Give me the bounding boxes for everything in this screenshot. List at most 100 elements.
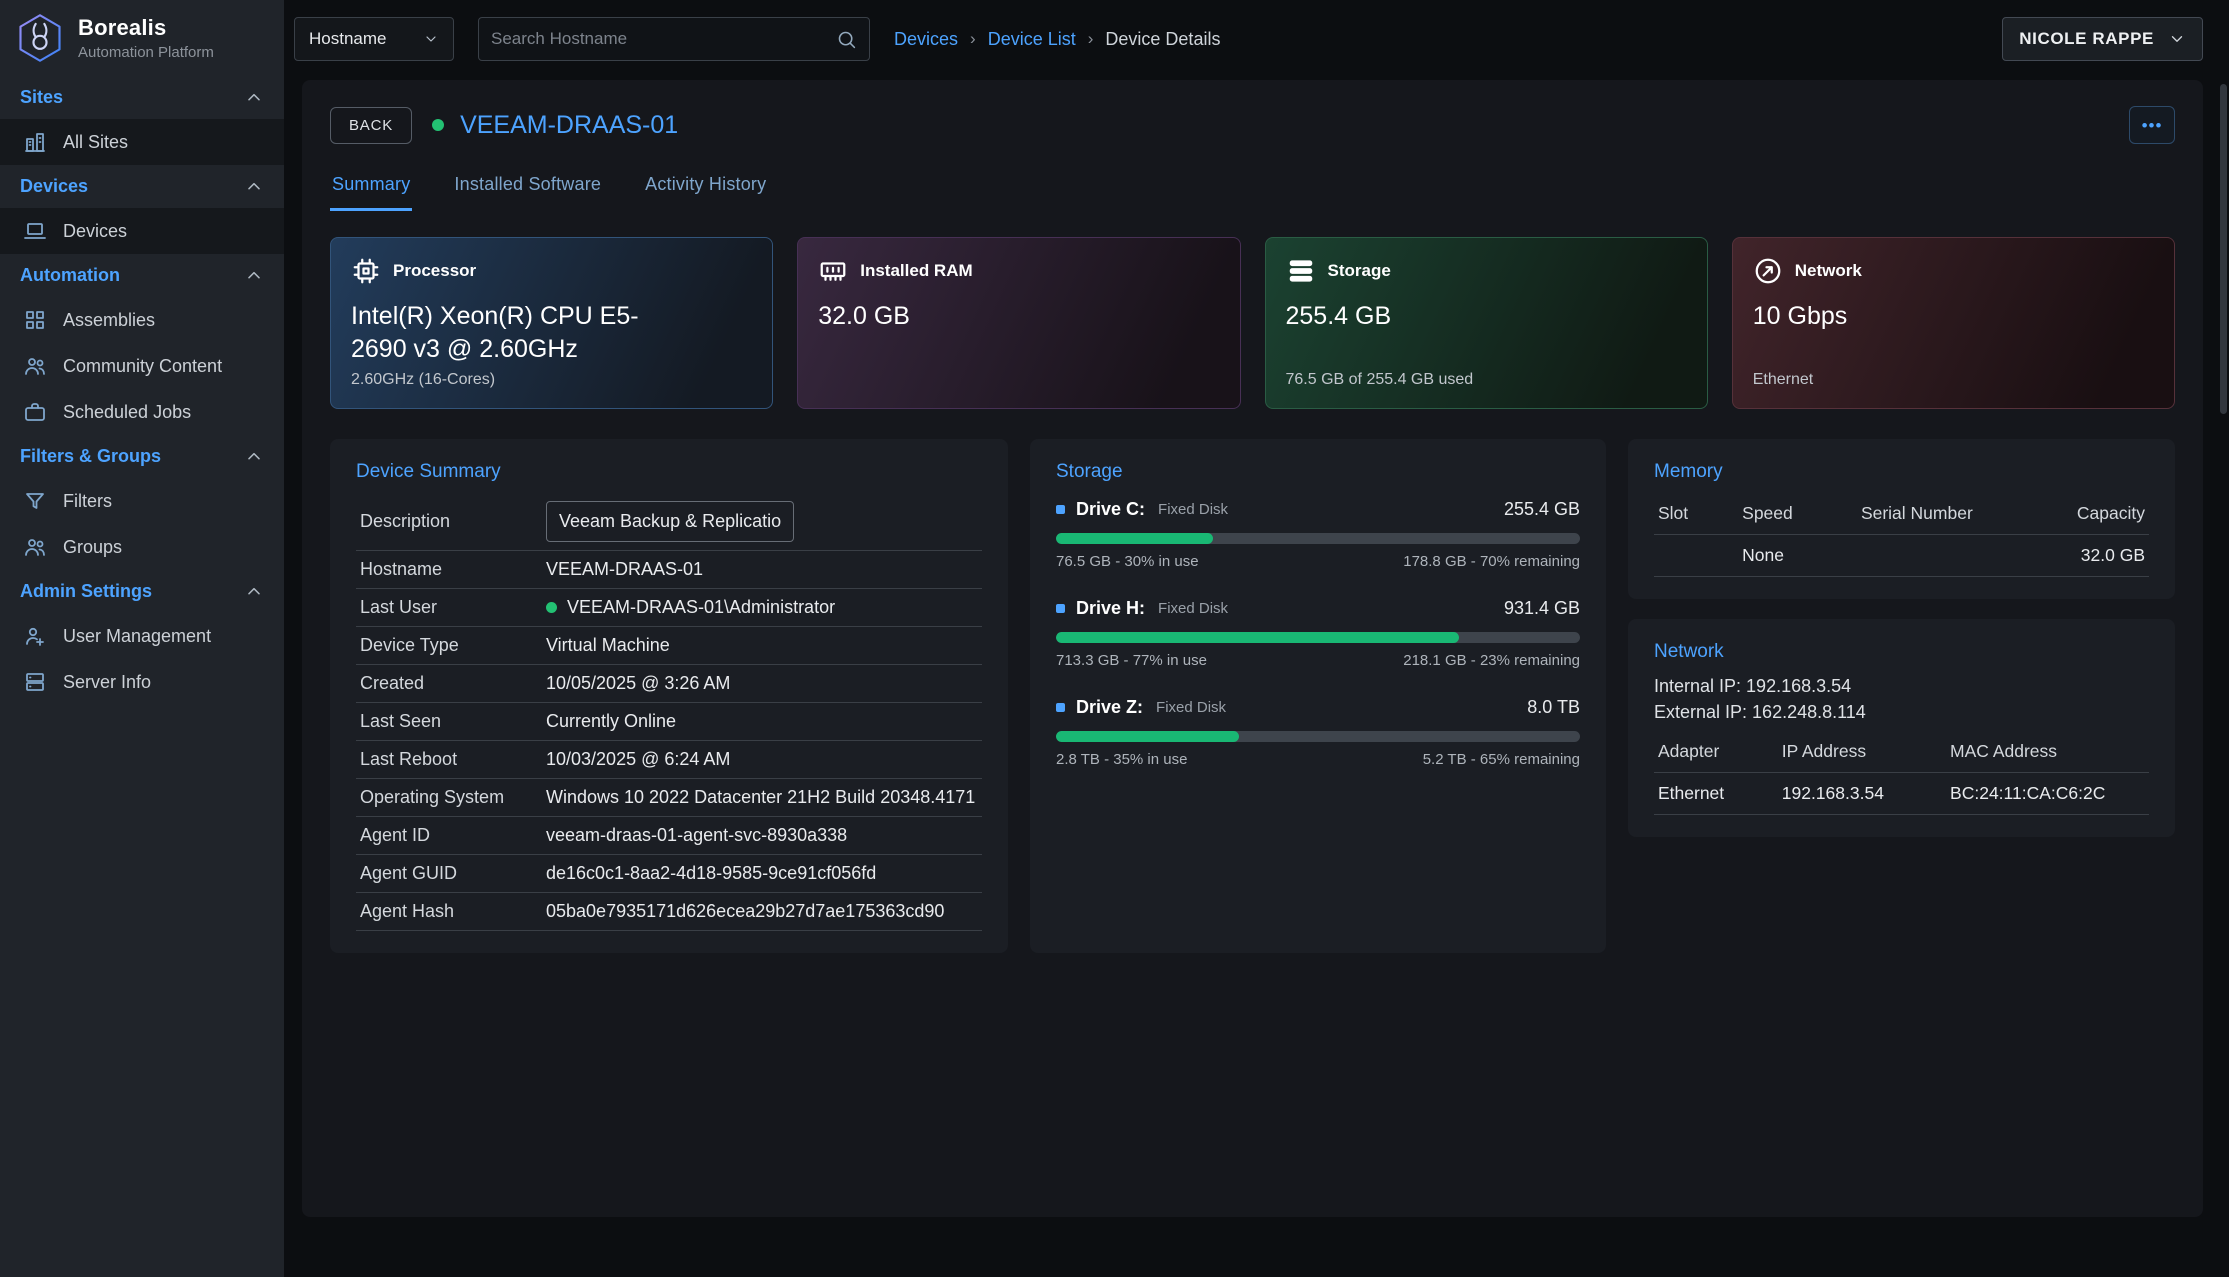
- online-status-dot: [546, 602, 557, 613]
- drive-size: 931.4 GB: [1504, 598, 1580, 619]
- groups-icon: [23, 535, 47, 559]
- network-card: Network Internal IP: 192.168.3.54 Extern…: [1628, 619, 2175, 837]
- sidebar-section-admin-settings[interactable]: Admin Settings: [0, 570, 284, 613]
- brand[interactable]: Borealis Automation Platform: [0, 0, 284, 76]
- summary-row-value: veeam-draas-01-agent-svc-8930a338: [546, 825, 847, 846]
- storage-title: Storage: [1056, 461, 1580, 483]
- sidebar-item-label: Server Info: [63, 672, 151, 693]
- hostname-filter-select[interactable]: Hostname: [294, 17, 454, 61]
- summary-row-label: Last Seen: [360, 711, 546, 732]
- summary-row-value: 10/05/2025 @ 3:26 AM: [546, 673, 730, 694]
- breadcrumb-separator: ›: [1088, 29, 1094, 49]
- sidebar-item-label: Filters: [63, 491, 112, 512]
- drive-bullet: [1056, 703, 1065, 712]
- sidebar-item-server-info[interactable]: Server Info: [0, 659, 284, 705]
- sidebar-item-all-sites[interactable]: All Sites: [0, 119, 284, 165]
- tab-activity-history[interactable]: Activity History: [643, 164, 768, 211]
- table-cell: None: [1738, 535, 1857, 577]
- summary-row-hostname: HostnameVEEAM-DRAAS-01: [356, 551, 982, 589]
- summary-row-agent-guid: Agent GUIDde16c0c1-8aa2-4d18-9585-9ce91c…: [356, 855, 982, 893]
- stat-card-subtitle: [818, 371, 1219, 390]
- sidebar-section-devices[interactable]: Devices: [0, 165, 284, 208]
- devices-icon: [23, 219, 47, 243]
- sidebar-item-scheduled-jobs[interactable]: Scheduled Jobs: [0, 389, 284, 435]
- chevron-up-icon: [244, 177, 264, 197]
- user-menu-label: NICOLE RAPPE: [2019, 29, 2154, 49]
- tab-installed-software[interactable]: Installed Software: [452, 164, 603, 211]
- stat-card-subtitle: Ethernet: [1753, 371, 2154, 390]
- sidebar-item-devices[interactable]: Devices: [0, 208, 284, 254]
- device-details-panel: BACK VEEAM-DRAAS-01 ••• SummaryInstalled…: [302, 80, 2203, 1217]
- summary-row-label: Last User: [360, 597, 546, 618]
- sidebar-item-label: Assemblies: [63, 310, 155, 331]
- drive-bullet: [1056, 604, 1065, 613]
- brand-text: Borealis Automation Platform: [78, 15, 214, 61]
- summary-row-value: Currently Online: [546, 711, 676, 732]
- column-header-slot: Slot: [1654, 493, 1738, 535]
- description-input[interactable]: [546, 501, 794, 542]
- tab-bar: Summary Installed Software Activity Histor…: [330, 164, 2175, 211]
- drive-remaining-text: 5.2 TB - 65% remaining: [1423, 751, 1580, 768]
- sidebar-item-user-management[interactable]: User Management: [0, 613, 284, 659]
- external-ip: External IP: 162.248.8.114: [1654, 699, 2149, 725]
- sidebar-item-groups[interactable]: Groups: [0, 524, 284, 570]
- summary-row-label: Created: [360, 673, 546, 694]
- breadcrumb-devices[interactable]: Devices: [894, 29, 958, 50]
- drive-remaining-text: 178.8 GB - 70% remaining: [1403, 553, 1580, 570]
- sidebar-item-assemblies[interactable]: Assemblies: [0, 297, 284, 343]
- internal-ip: Internal IP: 192.168.3.54: [1654, 673, 2149, 699]
- summary-row-last-user: Last UserVEEAM-DRAAS-01\Administrator: [356, 589, 982, 627]
- search-input[interactable]: [491, 29, 836, 49]
- sidebar-nav: SitesAll SitesDevicesDevicesAutomationAs…: [0, 76, 284, 705]
- search-icon[interactable]: [836, 29, 857, 50]
- sidebar-section-automation[interactable]: Automation: [0, 254, 284, 297]
- table-cell: 192.168.3.54: [1778, 773, 1946, 815]
- sidebar-section-label: Filters & Groups: [20, 446, 161, 467]
- stat-card-title: Network: [1795, 261, 1862, 281]
- stat-card-value: Intel(R) Xeon(R) CPU E5-2690 v3 @ 2.60GH…: [351, 300, 752, 365]
- drive-used-text: 713.3 GB - 77% in use: [1056, 652, 1207, 669]
- drive-used-text: 2.8 TB - 35% in use: [1056, 751, 1187, 768]
- breadcrumb-device-list[interactable]: Device List: [988, 29, 1076, 50]
- sidebar-item-filters[interactable]: Filters: [0, 478, 284, 524]
- more-actions-button[interactable]: •••: [2129, 106, 2175, 144]
- column-header-serial-number: Serial Number: [1857, 493, 2040, 535]
- sidebar-section-label: Admin Settings: [20, 581, 152, 602]
- sidebar: Borealis Automation Platform SitesAll Si…: [0, 0, 284, 1277]
- drive-drive-z: Drive Z: Fixed Disk 8.0 TB 2.8 TB - 35% in …: [1056, 697, 1580, 768]
- drive-type: Fixed Disk: [1158, 501, 1228, 518]
- table-row: None32.0 GB: [1654, 535, 2149, 577]
- sidebar-item-community-content[interactable]: Community Content: [0, 343, 284, 389]
- drive-usage-bar: [1056, 632, 1580, 643]
- drive-name: Drive Z:: [1076, 697, 1143, 718]
- summary-row-label: Hostname: [360, 559, 546, 580]
- storage-icon: [1286, 256, 1316, 286]
- user-menu-button[interactable]: NICOLE RAPPE: [2002, 17, 2203, 61]
- stat-card-value: 10 Gbps: [1753, 300, 2154, 333]
- drive-name: Drive H:: [1076, 598, 1145, 619]
- column-header-ip-address: IP Address: [1778, 731, 1946, 773]
- drive-name: Drive C:: [1076, 499, 1145, 520]
- stat-card-value: 255.4 GB: [1286, 300, 1687, 333]
- sidebar-section-filters-groups[interactable]: Filters & Groups: [0, 435, 284, 478]
- scrollbar[interactable]: [2220, 84, 2227, 414]
- summary-row-device-type: Device TypeVirtual Machine: [356, 627, 982, 665]
- processor-icon: [351, 256, 381, 286]
- filter-icon: [23, 489, 47, 513]
- summary-row-value: VEEAM-DRAAS-01\Administrator: [546, 597, 835, 618]
- column-header-speed: Speed: [1738, 493, 1857, 535]
- right-column: Memory SlotSpeedSerial NumberCapacityNon…: [1628, 439, 2175, 953]
- stat-cards-row: ProcessorIntel(R) Xeon(R) CPU E5-2690 v3…: [330, 237, 2175, 409]
- table-cell: [1654, 535, 1738, 577]
- back-button[interactable]: BACK: [330, 107, 412, 144]
- tab-summary[interactable]: Summary: [330, 164, 412, 211]
- drive-size: 8.0 TB: [1527, 697, 1580, 718]
- sidebar-section-sites[interactable]: Sites: [0, 76, 284, 119]
- community-icon: [23, 354, 47, 378]
- chevron-down-icon: [2168, 30, 2186, 48]
- drive-used-text: 76.5 GB - 30% in use: [1056, 553, 1199, 570]
- breadcrumb-device-details: Device Details: [1105, 29, 1220, 50]
- drive-type: Fixed Disk: [1156, 699, 1226, 716]
- chevron-up-icon: [244, 88, 264, 108]
- summary-row-label: Operating System: [360, 787, 546, 808]
